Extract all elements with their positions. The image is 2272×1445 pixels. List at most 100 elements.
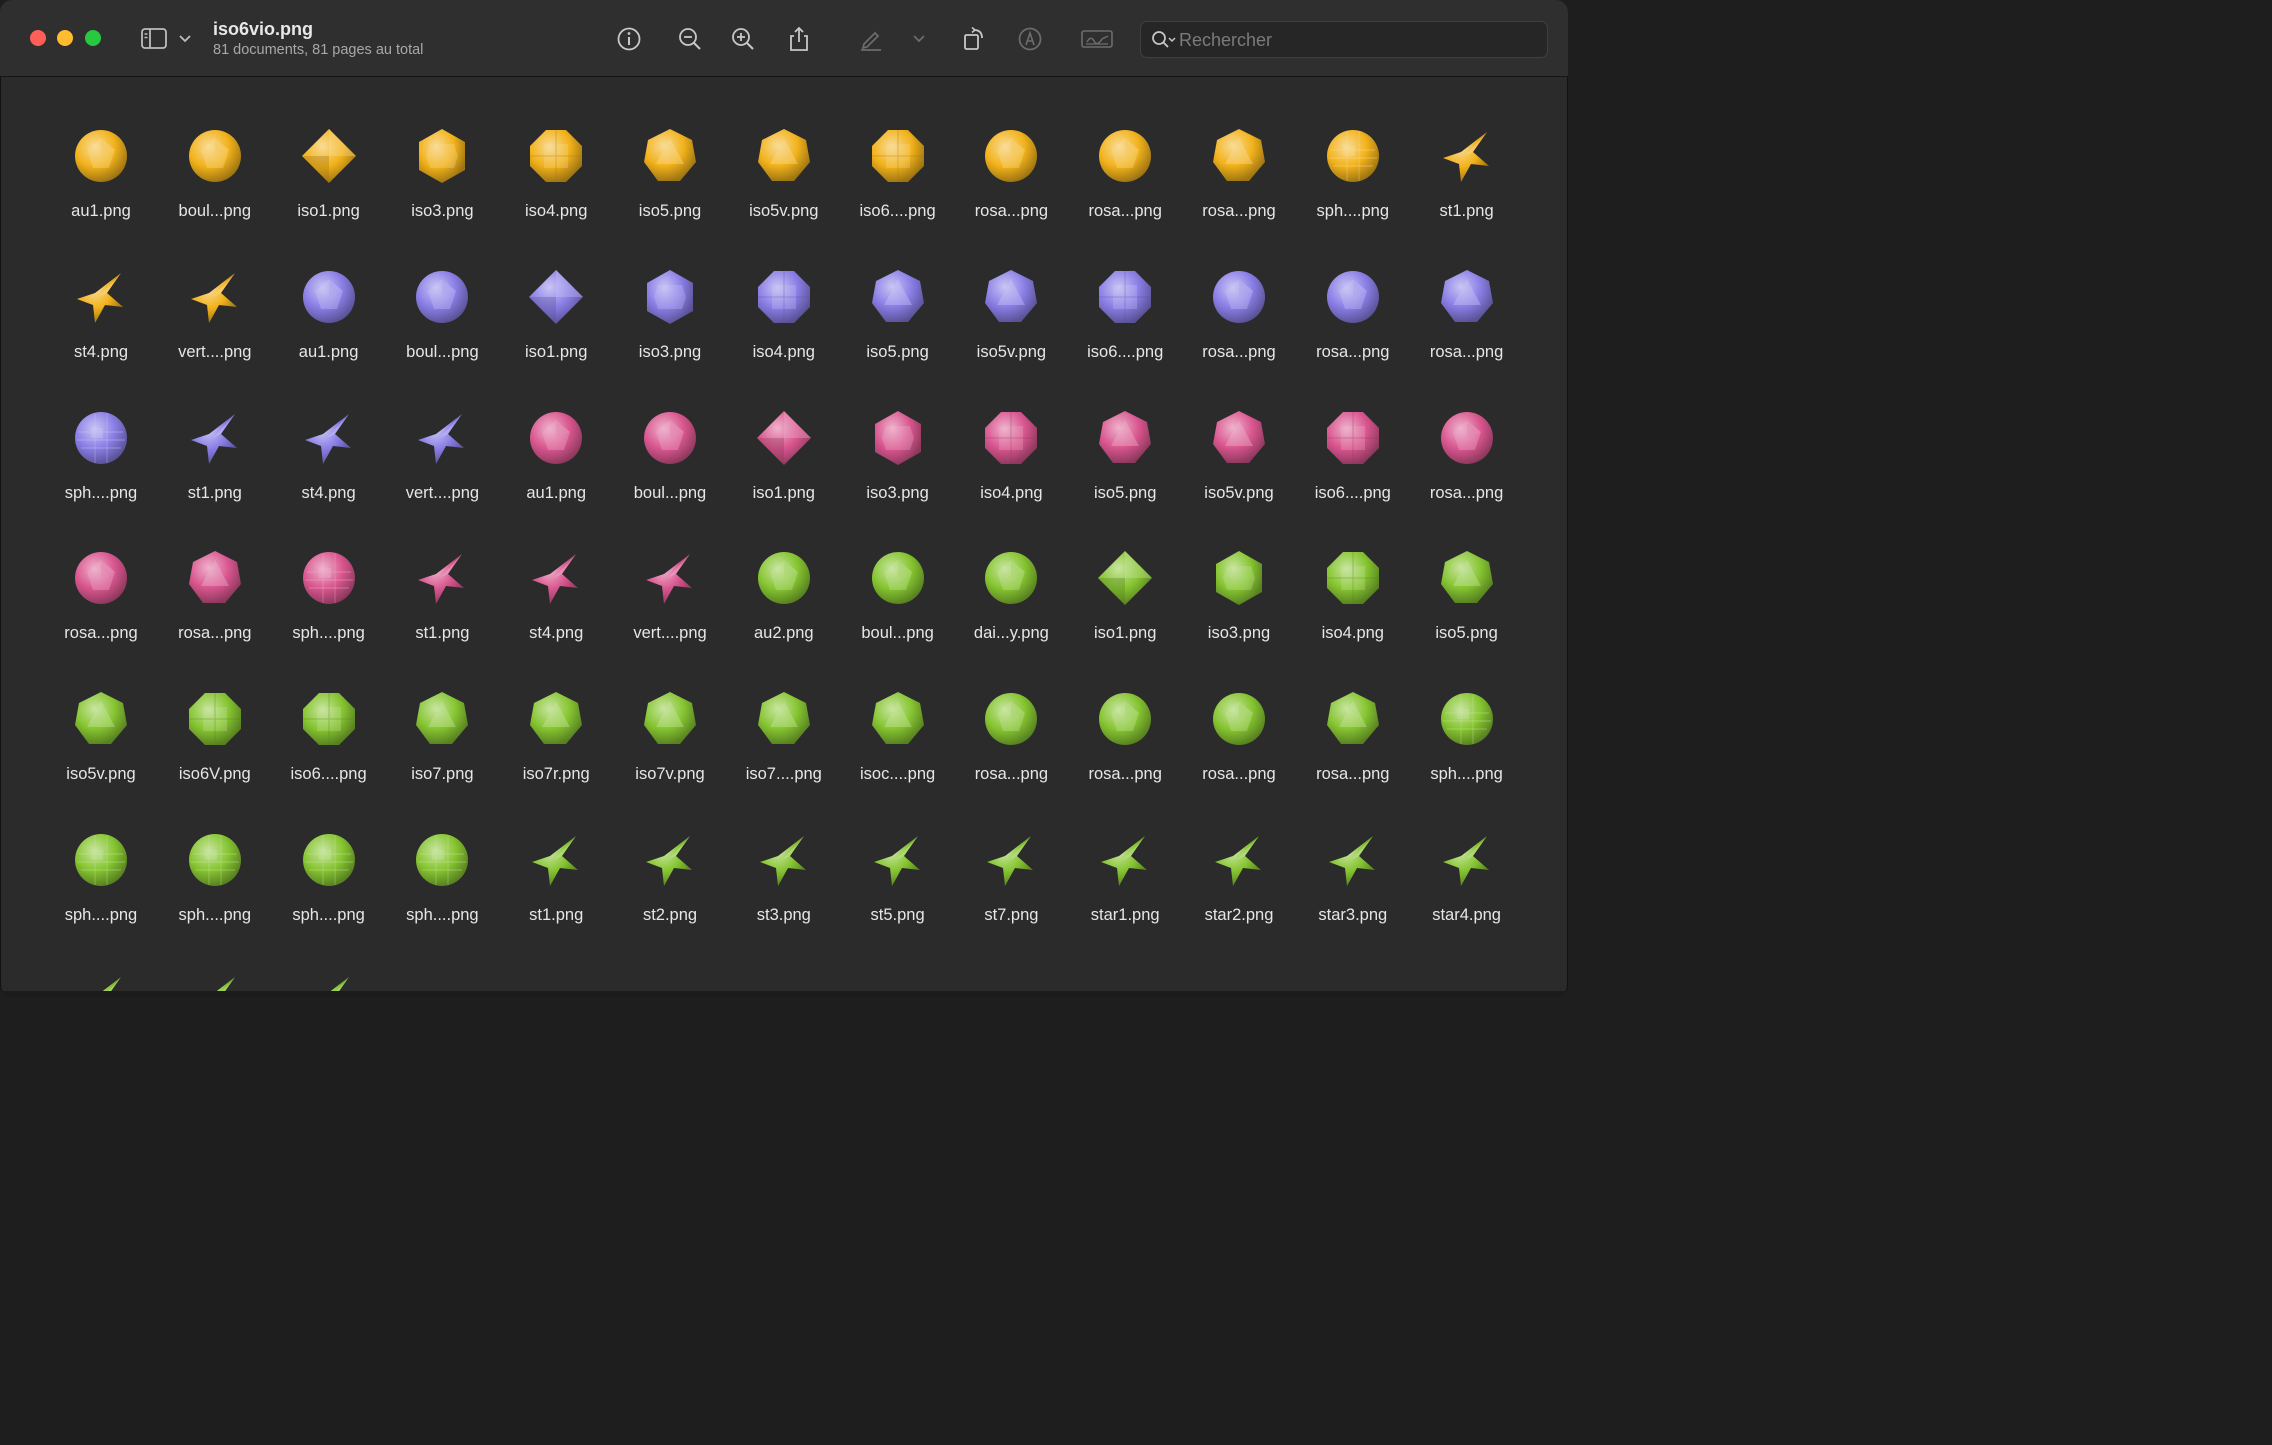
gem-thumbnail-image[interactable] — [526, 548, 586, 608]
thumbnail-item[interactable]: iso5.png — [1410, 542, 1524, 683]
thumbnail-item[interactable]: st3.png — [727, 824, 841, 965]
gem-thumbnail-image[interactable] — [412, 830, 472, 890]
gem-thumbnail-image[interactable] — [526, 830, 586, 890]
gem-thumbnail-image[interactable] — [526, 267, 586, 327]
gem-thumbnail-image[interactable] — [640, 548, 700, 608]
fullscreen-window-button[interactable] — [85, 30, 101, 46]
thumbnail-item[interactable]: iso5.png — [1068, 402, 1182, 543]
gem-thumbnail-image[interactable] — [640, 126, 700, 186]
thumbnail-item[interactable]: st7.png — [954, 824, 1068, 965]
gem-thumbnail-image[interactable] — [981, 267, 1041, 327]
rotate-button[interactable] — [957, 22, 991, 56]
gem-thumbnail-image[interactable] — [1437, 267, 1497, 327]
thumbnail-item[interactable]: iso5v.png — [44, 683, 158, 824]
gem-thumbnail-image[interactable] — [868, 267, 928, 327]
thumbnail-item[interactable]: sph....png — [272, 542, 386, 683]
search-field[interactable] — [1140, 21, 1548, 59]
thumbnail-item[interactable]: iso7.png — [385, 683, 499, 824]
thumbnail-item[interactable]: vert....png — [613, 542, 727, 683]
thumbnail-item[interactable]: sph....png — [1410, 683, 1524, 824]
thumbnail-item[interactable]: star4.png — [1410, 824, 1524, 965]
gem-thumbnail-image[interactable] — [1209, 830, 1269, 890]
gem-thumbnail-image[interactable] — [526, 408, 586, 468]
thumbnail-item[interactable]: iso3.png — [841, 402, 955, 543]
gem-thumbnail-image[interactable] — [1209, 689, 1269, 749]
thumbnail-item[interactable]: iso4.png — [727, 261, 841, 402]
gem-thumbnail-image[interactable] — [1095, 267, 1155, 327]
thumbnail-item[interactable]: rosa...png — [1182, 261, 1296, 402]
gem-thumbnail-image[interactable] — [1323, 548, 1383, 608]
thumbnail-item[interactable]: au1.png — [272, 261, 386, 402]
gem-thumbnail-image[interactable] — [1095, 126, 1155, 186]
gem-thumbnail-image[interactable] — [1209, 267, 1269, 327]
thumbnail-item[interactable]: boul...png — [841, 542, 955, 683]
thumbnail-item[interactable]: sph....png — [385, 824, 499, 965]
thumbnail-item[interactable]: star3.png — [1296, 824, 1410, 965]
gem-thumbnail-image[interactable] — [754, 830, 814, 890]
thumbnail-item[interactable]: iso4.png — [954, 402, 1068, 543]
gem-thumbnail-image[interactable] — [526, 689, 586, 749]
markup-button[interactable] — [854, 22, 888, 56]
sidebar-toggle-button[interactable] — [140, 26, 194, 52]
thumbnail-item[interactable]: star2.png — [1182, 824, 1296, 965]
thumbnail-item[interactable]: st1.png — [499, 824, 613, 965]
gem-thumbnail-image[interactable] — [412, 689, 472, 749]
gem-thumbnail-image[interactable] — [185, 126, 245, 186]
thumbnail-item[interactable]: sph....png — [44, 402, 158, 543]
thumbnail-item[interactable]: rosa...png — [1068, 683, 1182, 824]
thumbnail-item[interactable]: rosa...png — [158, 542, 272, 683]
thumbnail-item[interactable]: rosa...png — [954, 120, 1068, 261]
thumbnail-item[interactable]: sph....png — [272, 824, 386, 965]
gem-thumbnail-image[interactable] — [71, 267, 131, 327]
thumbnail-item[interactable]: iso5v.png — [1182, 402, 1296, 543]
thumbnail-item[interactable]: isoc....png — [841, 683, 955, 824]
thumbnail-item[interactable]: iso3.png — [385, 120, 499, 261]
gem-thumbnail-image[interactable] — [981, 408, 1041, 468]
gem-thumbnail-image[interactable] — [71, 548, 131, 608]
gem-thumbnail-image[interactable] — [640, 830, 700, 890]
markup-menu-button[interactable] — [904, 22, 934, 56]
thumbnail-item[interactable]: iso6....png — [841, 120, 955, 261]
gem-thumbnail-image[interactable] — [1323, 830, 1383, 890]
thumbnail-item[interactable]: iso1.png — [499, 261, 613, 402]
close-window-button[interactable] — [30, 30, 46, 46]
gem-thumbnail-image[interactable] — [71, 689, 131, 749]
gem-thumbnail-image[interactable] — [185, 689, 245, 749]
gem-thumbnail-image[interactable] — [1095, 830, 1155, 890]
thumbnail-item[interactable]: st1.png — [385, 542, 499, 683]
gem-thumbnail-image[interactable] — [185, 548, 245, 608]
gem-thumbnail-image[interactable] — [185, 267, 245, 327]
thumbnail-item[interactable]: iso5v.png — [727, 120, 841, 261]
gem-thumbnail-image[interactable] — [185, 830, 245, 890]
thumbnail-item[interactable]: iso5v.png — [954, 261, 1068, 402]
thumbnail-item[interactable]: dai...y.png — [954, 542, 1068, 683]
gem-thumbnail-image[interactable] — [1209, 408, 1269, 468]
thumbnail-item[interactable]: au1.png — [44, 120, 158, 261]
gem-thumbnail-image[interactable] — [71, 408, 131, 468]
thumbnail-item[interactable]: au1.png — [499, 402, 613, 543]
gem-thumbnail-image[interactable] — [1095, 689, 1155, 749]
gem-thumbnail-image[interactable] — [1323, 689, 1383, 749]
gem-thumbnail-image[interactable] — [1095, 548, 1155, 608]
gem-thumbnail-image[interactable] — [868, 830, 928, 890]
gem-thumbnail-image[interactable] — [981, 689, 1041, 749]
gem-thumbnail-image[interactable] — [1437, 830, 1497, 890]
thumbnail-item[interactable]: iso6....png — [1296, 402, 1410, 543]
thumbnail-item[interactable]: rosa...png — [1182, 120, 1296, 261]
thumbnail-item[interactable]: boul...png — [158, 120, 272, 261]
thumbnail-item[interactable]: iso3.png — [613, 261, 727, 402]
thumbnail-item[interactable]: rosa...png — [1410, 261, 1524, 402]
thumbnail-item[interactable]: rosa...png — [1410, 402, 1524, 543]
gem-thumbnail-image[interactable] — [981, 126, 1041, 186]
search-input[interactable] — [1177, 22, 1541, 59]
zoom-in-button[interactable] — [726, 22, 760, 56]
gem-thumbnail-image[interactable] — [1209, 126, 1269, 186]
thumbnail-item[interactable]: iso6V.png — [158, 683, 272, 824]
info-button[interactable] — [612, 22, 646, 56]
gem-thumbnail-image[interactable] — [868, 408, 928, 468]
gem-thumbnail-image[interactable] — [754, 267, 814, 327]
thumbnail-item[interactable]: rosa...png — [1182, 683, 1296, 824]
gem-thumbnail-image[interactable] — [299, 267, 359, 327]
thumbnail-item[interactable]: st4.png — [44, 261, 158, 402]
gem-thumbnail-image[interactable] — [299, 126, 359, 186]
